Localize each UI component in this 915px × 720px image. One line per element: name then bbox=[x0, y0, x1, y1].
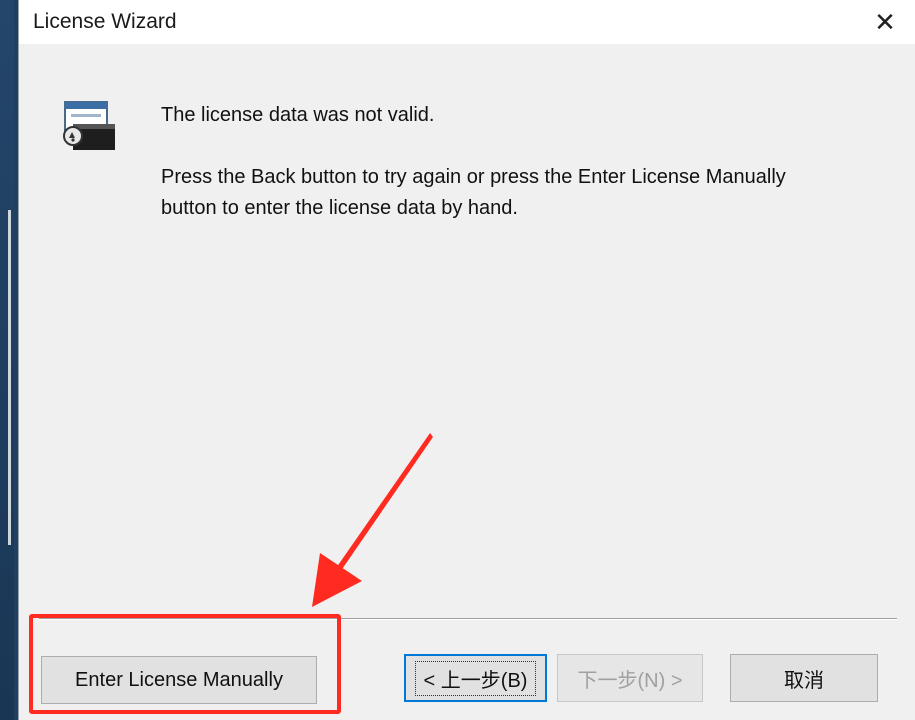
window-edge bbox=[8, 210, 11, 545]
close-icon: ✕ bbox=[874, 6, 896, 37]
cancel-button[interactable]: 取消 bbox=[730, 654, 878, 702]
back-button[interactable]: < 上一步(B) bbox=[404, 654, 547, 702]
button-separator bbox=[39, 618, 897, 620]
next-button[interactable]: 下一步(N) > bbox=[557, 654, 703, 702]
license-wizard-icon bbox=[63, 101, 115, 150]
wizard-content: The license data was not valid. Press th… bbox=[19, 44, 915, 616]
back-button-label: < 上一步(B) bbox=[414, 660, 537, 696]
message-title: The license data was not valid. bbox=[161, 104, 435, 126]
window-title: License Wizard bbox=[33, 10, 177, 33]
enter-license-manually-button[interactable]: Enter License Manually bbox=[41, 656, 317, 704]
license-wizard-dialog: License Wizard ✕ The license data was no… bbox=[18, 0, 915, 720]
message-body: Press the Back button to try again or pr… bbox=[161, 166, 786, 219]
close-button[interactable]: ✕ bbox=[854, 0, 915, 44]
desktop-background bbox=[0, 0, 14, 720]
title-bar[interactable]: License Wizard ✕ bbox=[19, 0, 915, 44]
